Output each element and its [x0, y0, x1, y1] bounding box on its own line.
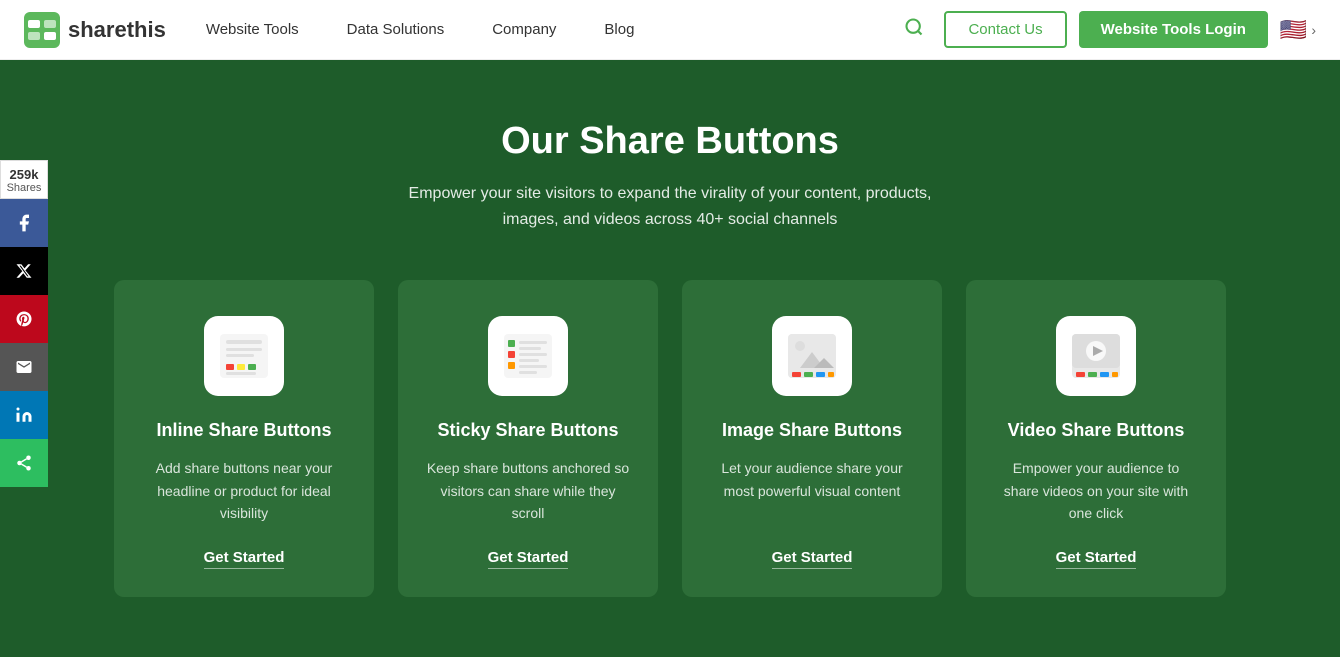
sticky-share-card: Sticky Share Buttons Keep share buttons …	[398, 280, 658, 596]
inline-card-cta[interactable]: Get Started	[204, 549, 285, 569]
nav-data-solutions[interactable]: Data Solutions	[347, 21, 445, 38]
image-icon	[772, 316, 852, 396]
shares-label: Shares	[7, 182, 42, 194]
video-icon	[1056, 316, 1136, 396]
video-card-desc: Empower your audience to share videos on…	[994, 457, 1198, 524]
inline-card-title: Inline Share Buttons	[156, 418, 331, 443]
video-card-title: Video Share Buttons	[1008, 418, 1185, 443]
nav-blog[interactable]: Blog	[604, 21, 634, 38]
nav-links: Website Tools Data Solutions Company Blo…	[206, 21, 897, 38]
login-button[interactable]: Website Tools Login	[1079, 11, 1268, 48]
chevron-down-icon: ›	[1311, 22, 1316, 38]
image-card-cta[interactable]: Get Started	[772, 549, 853, 569]
hero-subtitle: Empower your site visitors to expand the…	[390, 181, 950, 232]
main-content: Our Share Buttons Empower your site visi…	[0, 60, 1340, 657]
facebook-share-button[interactable]	[0, 199, 48, 247]
search-button[interactable]	[896, 13, 932, 46]
video-card-cta[interactable]: Get Started	[1056, 549, 1137, 569]
image-card-title: Image Share Buttons	[722, 418, 902, 443]
contact-button[interactable]: Contact Us	[944, 11, 1066, 48]
logo-text: sharethis	[68, 17, 166, 43]
sticky-card-title: Sticky Share Buttons	[437, 418, 618, 443]
logo[interactable]: sharethis	[24, 12, 166, 48]
video-share-card: Video Share Buttons Empower your audienc…	[966, 280, 1226, 596]
share-count: 259k Shares	[0, 160, 48, 199]
social-sidebar: 259k Shares	[0, 160, 48, 487]
inline-card-desc: Add share buttons near your headline or …	[142, 457, 346, 524]
image-share-card: Image Share Buttons Let your audience sh…	[682, 280, 942, 596]
count-number: 259k	[10, 167, 39, 182]
navbar: sharethis Website Tools Data Solutions C…	[0, 0, 1340, 60]
inline-share-card: Inline Share Buttons Add share buttons n…	[114, 280, 374, 596]
image-card-desc: Let your audience share your most powerf…	[710, 457, 914, 524]
language-selector[interactable]: 🇺🇸 ›	[1280, 17, 1316, 43]
logo-icon	[24, 12, 60, 48]
sticky-card-desc: Keep share buttons anchored so visitors …	[426, 457, 630, 524]
search-icon	[904, 17, 924, 37]
sticky-card-cta[interactable]: Get Started	[488, 549, 569, 569]
email-share-button[interactable]	[0, 343, 48, 391]
inline-icon	[204, 316, 284, 396]
pinterest-share-button[interactable]	[0, 295, 48, 343]
hero-title: Our Share Buttons	[501, 120, 839, 163]
cards-row: Inline Share Buttons Add share buttons n…	[80, 280, 1260, 596]
flag-icon: 🇺🇸	[1280, 17, 1307, 43]
nav-website-tools[interactable]: Website Tools	[206, 21, 299, 38]
twitter-share-button[interactable]	[0, 247, 48, 295]
general-share-button[interactable]	[0, 439, 48, 487]
linkedin-share-button[interactable]	[0, 391, 48, 439]
nav-company[interactable]: Company	[492, 21, 556, 38]
sticky-icon	[488, 316, 568, 396]
nav-actions: Contact Us Website Tools Login 🇺🇸 ›	[896, 11, 1316, 48]
